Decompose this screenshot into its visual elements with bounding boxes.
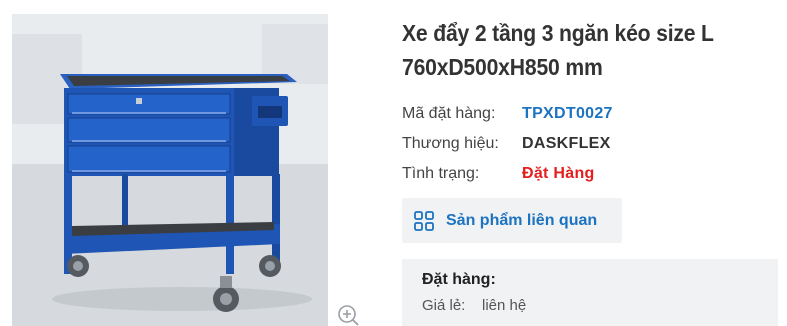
product-title: Xe đẩy 2 tầng 3 ngăn kéo size L 760xD500… [402, 16, 742, 84]
related-products-label: Sản phẩm liên quan [446, 211, 598, 229]
brand-label: Thương hiệu: [402, 135, 499, 152]
order-panel: Đặt hàng: Giá lẻ: liên hệ [402, 259, 778, 326]
product-title-line1: Xe đẩy 2 tầng 3 ngăn kéo size L [402, 20, 714, 46]
order-heading: Đặt hàng: [422, 271, 496, 288]
status-label: Tình trạng: [402, 165, 480, 182]
grid-icon [414, 210, 434, 231]
product-title-line2: 760xD500xH850 mm [402, 54, 603, 80]
zoom-in-icon[interactable] [337, 304, 359, 326]
price-label: Giá lẻ: [422, 297, 466, 314]
status-value: Đặt Hàng [522, 165, 595, 182]
brand-value[interactable]: DASKFLEX [522, 135, 611, 153]
tool-cart-illustration [12, 14, 328, 326]
price-value: liên hệ [482, 297, 527, 314]
sku-value: TPXDT0027 [522, 105, 613, 122]
sku-label: Mã đặt hàng: [402, 105, 496, 122]
product-image[interactable] [12, 14, 328, 326]
related-products-button[interactable]: Sản phẩm liên quan [402, 198, 622, 243]
